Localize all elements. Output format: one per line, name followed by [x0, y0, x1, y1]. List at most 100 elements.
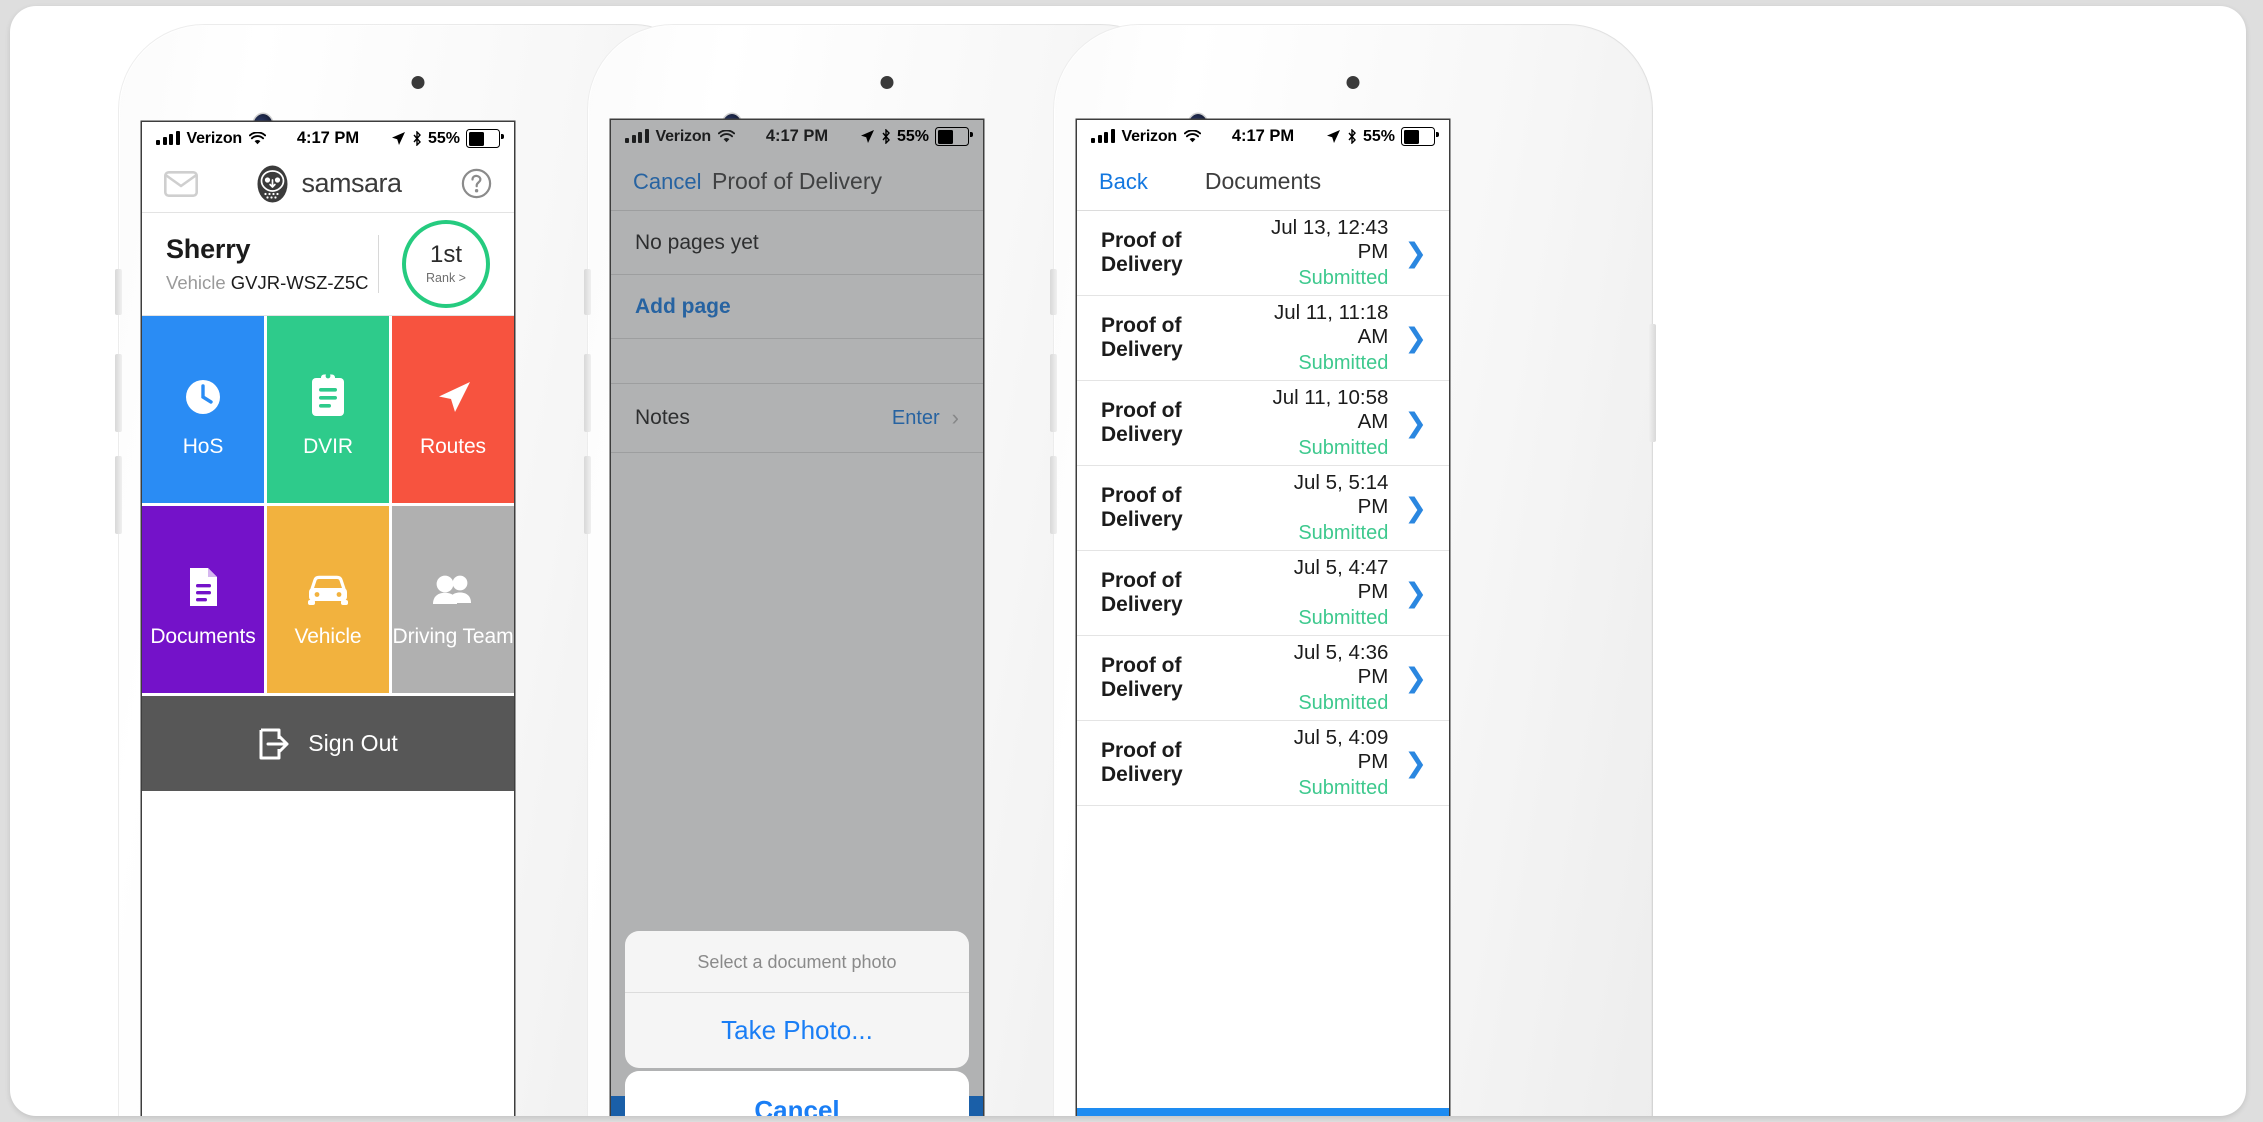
battery-icon — [1401, 127, 1439, 146]
tile-dvir[interactable]: DVIR — [267, 316, 389, 503]
table-row[interactable]: Proof of Delivery Jul 11, 11:18 AM Submi… — [1077, 296, 1449, 381]
status-badge: Submitted — [1298, 267, 1389, 289]
phone-3-proximity-sensor — [1346, 76, 1360, 89]
phone-1-screen: Verizon 4:17 PM 55% samsara Sherry Vehic… — [142, 122, 514, 1116]
clipboard-icon — [308, 361, 348, 419]
people-icon — [429, 551, 477, 609]
tile-vehicle[interactable]: Vehicle — [267, 506, 389, 693]
bluetooth-icon — [1348, 129, 1356, 144]
phone-1-status-bar: Verizon 4:17 PM 55% — [142, 122, 514, 155]
driver-vehicle: Vehicle GVJR-WSZ-Z5C — [166, 272, 369, 294]
phone-3-volume-down-button[interactable] — [1050, 456, 1057, 534]
tile-label: Routes — [420, 434, 486, 458]
phone-1-app-bar: samsara — [142, 155, 514, 213]
sign-out-label: Sign Out — [308, 730, 398, 756]
status-badge: Submitted — [1298, 607, 1389, 629]
phone-2-proximity-sensor — [880, 76, 894, 89]
phone-2-mute-switch[interactable] — [584, 269, 591, 315]
location-arrow-icon — [391, 132, 405, 145]
screenshot-canvas: Verizon 4:17 PM 55% samsara Sherry Vehic… — [0, 0, 2263, 1122]
tile-grid-row-2: Documents Vehicle Driving Team — [142, 506, 514, 693]
create-new-document-button[interactable]: Create new document — [1077, 1108, 1449, 1116]
document-title: Proof of Delivery — [1101, 569, 1183, 616]
phone-3-mute-switch[interactable] — [1050, 269, 1057, 315]
mail-icon[interactable] — [164, 170, 198, 197]
chevron-right-icon: ❯ — [1404, 407, 1427, 438]
tile-label: DVIR — [303, 434, 353, 458]
bluetooth-icon — [413, 131, 421, 146]
document-meta: Jul 13, 12:43 PM Submitted — [1251, 216, 1388, 290]
tile-label: Driving Team — [392, 624, 514, 648]
signal-bars-icon — [1091, 129, 1115, 143]
rank-value: 1st — [429, 241, 462, 268]
table-row[interactable]: Proof of Delivery Jul 13, 12:43 PM Submi… — [1077, 211, 1449, 296]
battery-percent: 55% — [896, 127, 929, 145]
tile-routes[interactable]: Routes — [392, 316, 514, 503]
phone-3-volume-up-button[interactable] — [1050, 354, 1057, 432]
document-meta: Jul 11, 10:58 AM Submitted — [1252, 386, 1389, 460]
tile-driving-team[interactable]: Driving Team — [392, 506, 514, 693]
tile-hos[interactable]: HoS — [142, 316, 264, 503]
chevron-right-icon: ❯ — [1404, 747, 1427, 778]
phone-1-volume-up-button[interactable] — [115, 354, 122, 432]
tile-label: Vehicle — [294, 624, 362, 648]
bluetooth-icon — [882, 129, 890, 144]
documents-list: Proof of Delivery Jul 13, 12:43 PM Submi… — [1077, 211, 1449, 806]
samsara-owl-icon — [257, 165, 288, 202]
carrier-label: Verizon — [186, 129, 243, 147]
rank-label: Rank > — [426, 271, 466, 285]
samsara-wordmark: samsara — [301, 168, 402, 198]
vehicle-label: Vehicle — [166, 272, 226, 293]
status-badge: Submitted — [1298, 522, 1389, 544]
clock-icon — [181, 361, 225, 419]
take-photo-button[interactable]: Take Photo... — [625, 992, 969, 1068]
phone-3-screen: Verizon 4:17 PM 55% Back Documents Proof… — [1077, 120, 1449, 1116]
battery-percent: 55% — [1362, 127, 1395, 145]
phone-1-mute-switch[interactable] — [115, 269, 122, 315]
document-date: Jul 11, 10:58 AM — [1272, 386, 1389, 433]
driver-name: Sherry — [166, 234, 251, 264]
battery-icon — [935, 127, 973, 146]
white-card: Verizon 4:17 PM 55% samsara Sherry Vehic… — [10, 6, 2246, 1116]
phone-2-volume-down-button[interactable] — [584, 456, 591, 534]
action-sheet-cancel-button[interactable]: Cancel — [625, 1071, 969, 1116]
chevron-right-icon: ❯ — [1404, 662, 1427, 693]
document-meta: Jul 5, 4:09 PM Submitted — [1262, 726, 1389, 800]
status-badge: Submitted — [1298, 437, 1389, 459]
wifi-icon — [1184, 130, 1202, 143]
document-icon — [184, 551, 222, 609]
table-row[interactable]: Proof of Delivery Jul 5, 4:47 PM Submitt… — [1077, 551, 1449, 636]
rank-badge[interactable]: 1st Rank > — [402, 220, 490, 308]
battery-percent: 55% — [427, 129, 460, 147]
action-sheet: Select a document photo Take Photo... — [625, 931, 969, 1068]
document-date: Jul 5, 5:14 PM — [1293, 471, 1389, 518]
driver-summary-card[interactable]: Sherry Vehicle GVJR-WSZ-Z5C 1st Rank > — [142, 213, 514, 316]
document-meta: Jul 5, 4:47 PM Submitted — [1262, 556, 1389, 630]
tile-documents[interactable]: Documents — [142, 506, 264, 693]
chevron-right-icon: ❯ — [1404, 322, 1427, 353]
action-sheet-title: Select a document photo — [697, 952, 897, 972]
document-title: Proof of Delivery — [1101, 739, 1183, 786]
location-arrow-icon — [860, 130, 874, 143]
help-circle-icon[interactable] — [461, 168, 492, 199]
battery-icon — [466, 129, 504, 148]
phone-3-power-button[interactable] — [1649, 324, 1656, 442]
location-arrow-icon — [1326, 130, 1340, 143]
tile-label: HoS — [182, 434, 224, 458]
phone-1-proximity-sensor — [411, 76, 425, 89]
document-title: Proof of Delivery — [1101, 399, 1183, 446]
car-icon — [304, 551, 352, 609]
document-meta: Jul 5, 5:14 PM Submitted — [1262, 471, 1389, 545]
phone-1-volume-down-button[interactable] — [115, 456, 122, 534]
chevron-right-icon: ❯ — [1404, 577, 1427, 608]
table-row[interactable]: Proof of Delivery Jul 5, 4:09 PM Submitt… — [1077, 721, 1449, 806]
sign-out-button[interactable]: Sign Out — [142, 696, 514, 791]
driver-divider — [378, 235, 379, 293]
tile-grid-row-1: HoS DVIR Routes — [142, 316, 514, 503]
page-title: Documents — [1204, 168, 1322, 194]
document-meta: Jul 11, 11:18 AM Submitted — [1253, 301, 1388, 375]
table-row[interactable]: Proof of Delivery Jul 5, 5:14 PM Submitt… — [1077, 466, 1449, 551]
table-row[interactable]: Proof of Delivery Jul 11, 10:58 AM Submi… — [1077, 381, 1449, 466]
table-row[interactable]: Proof of Delivery Jul 5, 4:36 PM Submitt… — [1077, 636, 1449, 721]
phone-2-volume-up-button[interactable] — [584, 354, 591, 432]
